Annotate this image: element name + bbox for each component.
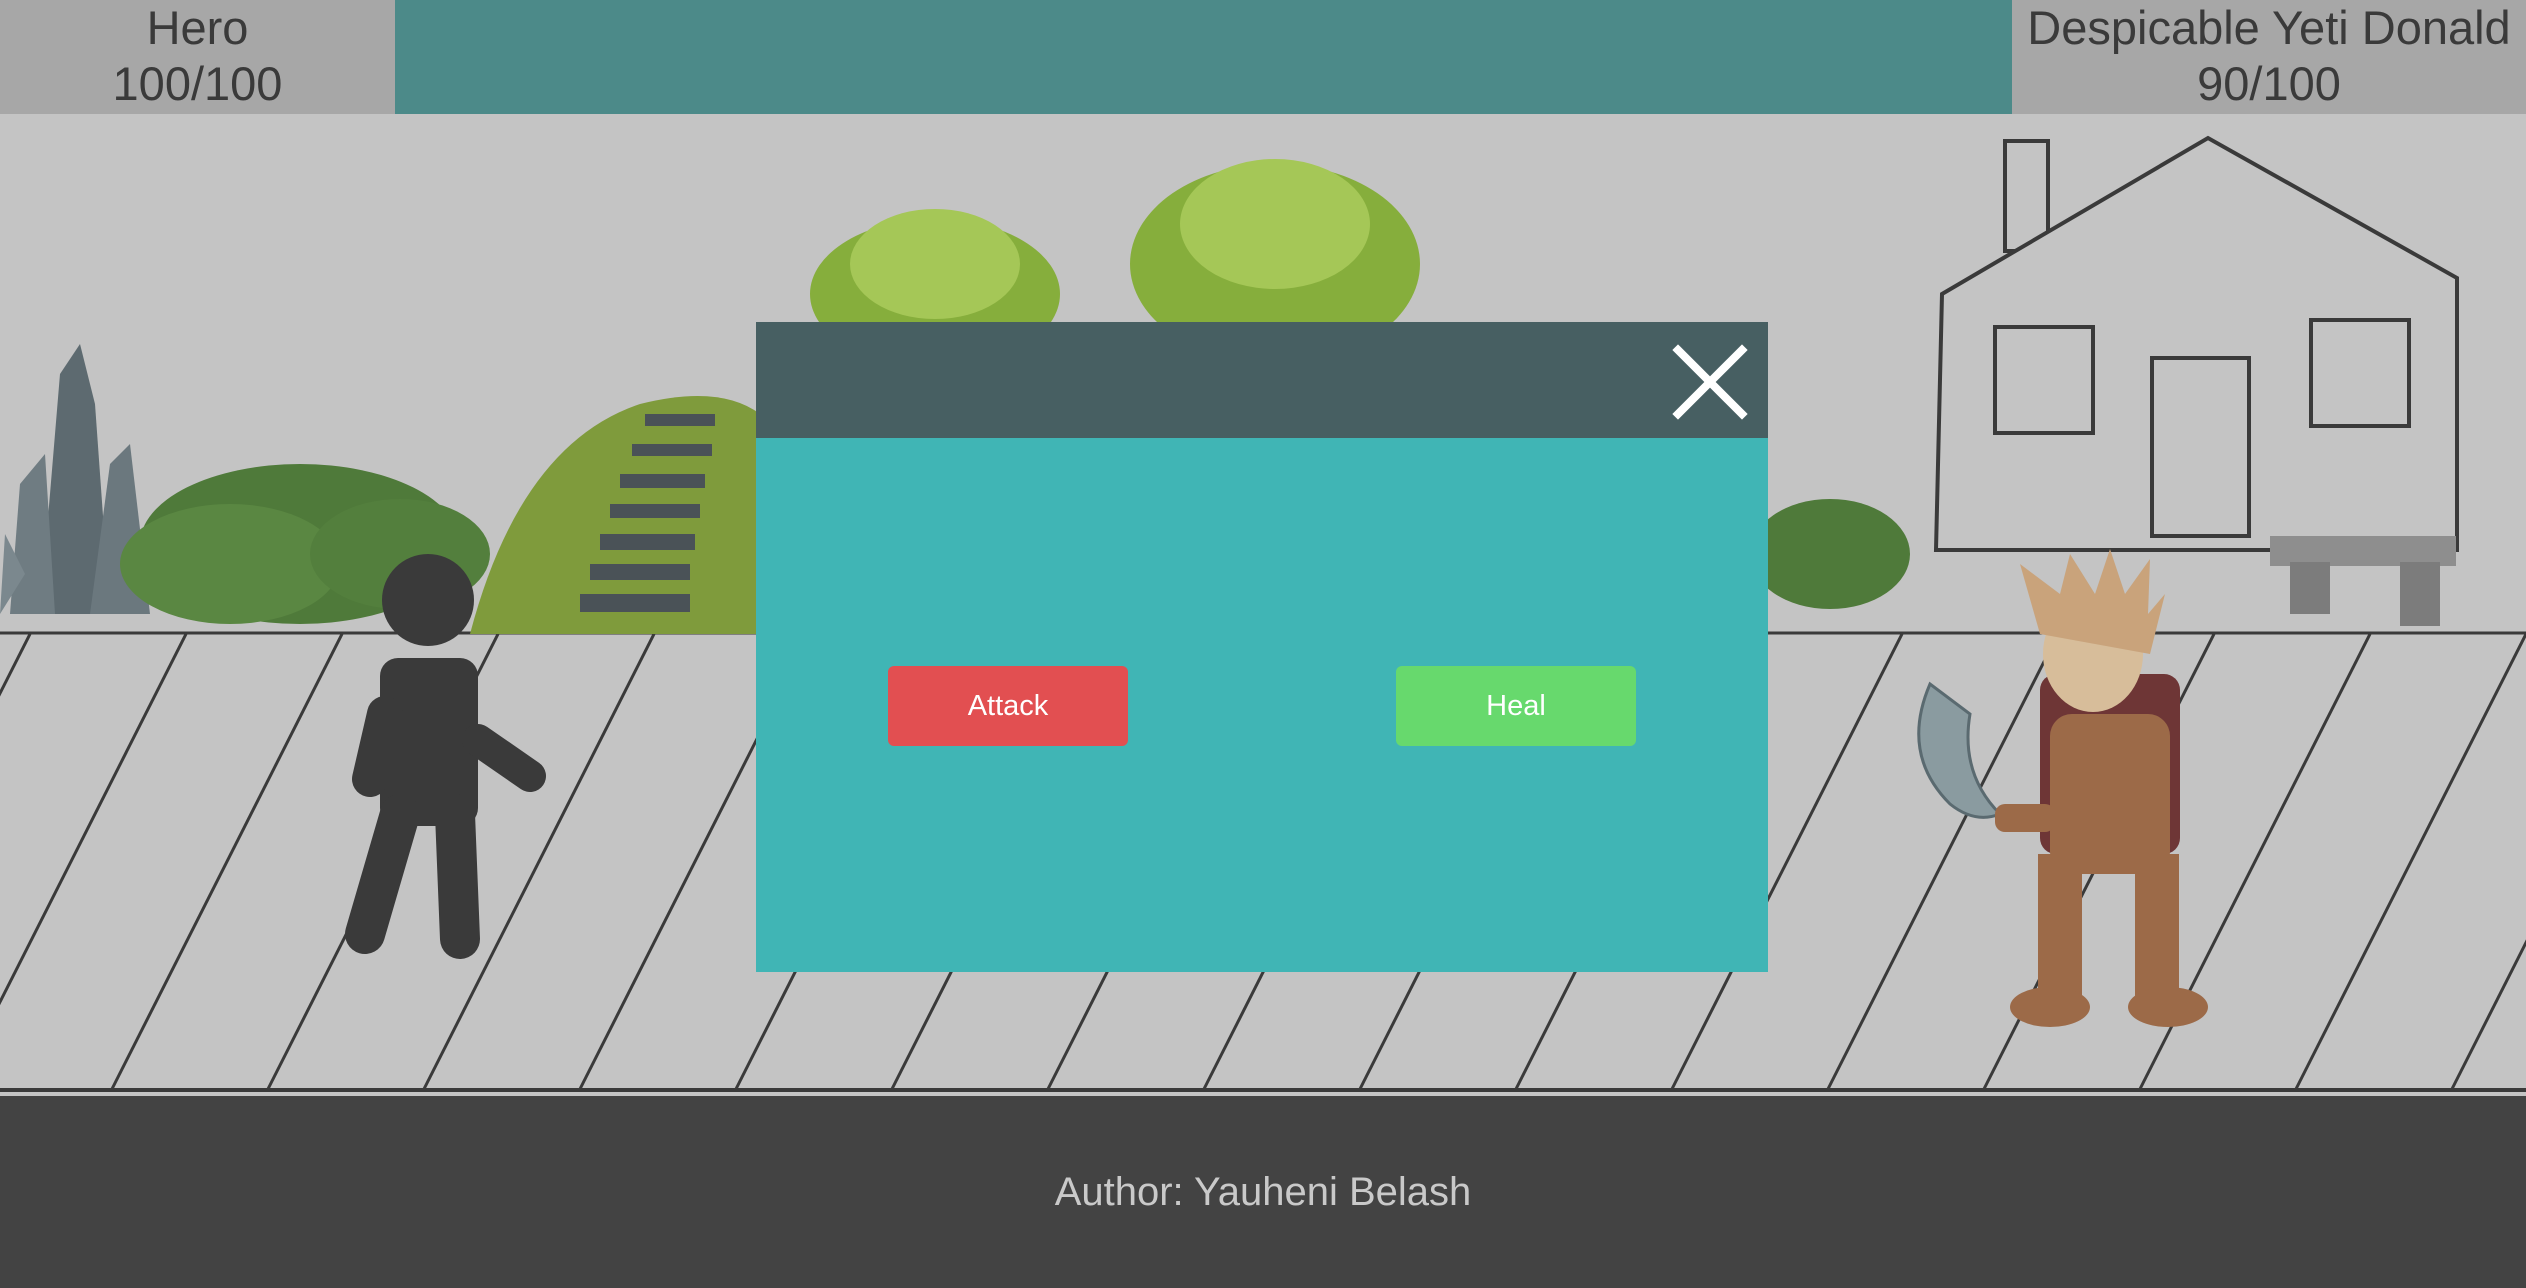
bush-right [1750, 499, 1910, 609]
heal-button[interactable]: Heal [1396, 666, 1636, 746]
player-hp: 100/100 [112, 57, 283, 110]
enemy-name: Despicable Yeti Donald [2027, 1, 2511, 54]
player-status: Hero 100/100 [0, 0, 395, 114]
action-modal: Attack Heal [756, 322, 1768, 972]
modal-header [756, 322, 1768, 438]
enemy-status: Despicable Yeti Donald 90/100 [2012, 0, 2526, 114]
close-button[interactable] [1672, 344, 1748, 420]
enemy-character [1917, 549, 2208, 1027]
enemy-hp: 90/100 [2197, 57, 2341, 110]
author-credit: Author: Yauheni Belash [1054, 1169, 1472, 1214]
mossy-hill [470, 396, 760, 634]
attack-button[interactable]: Attack [888, 666, 1128, 746]
footer: Author: Yauheni Belash [0, 1096, 2526, 1288]
player-name: Hero [146, 1, 249, 54]
close-icon [1672, 344, 1748, 420]
stone-bench [2270, 536, 2456, 626]
hud-bar [395, 0, 2012, 114]
house [1933, 135, 2459, 552]
